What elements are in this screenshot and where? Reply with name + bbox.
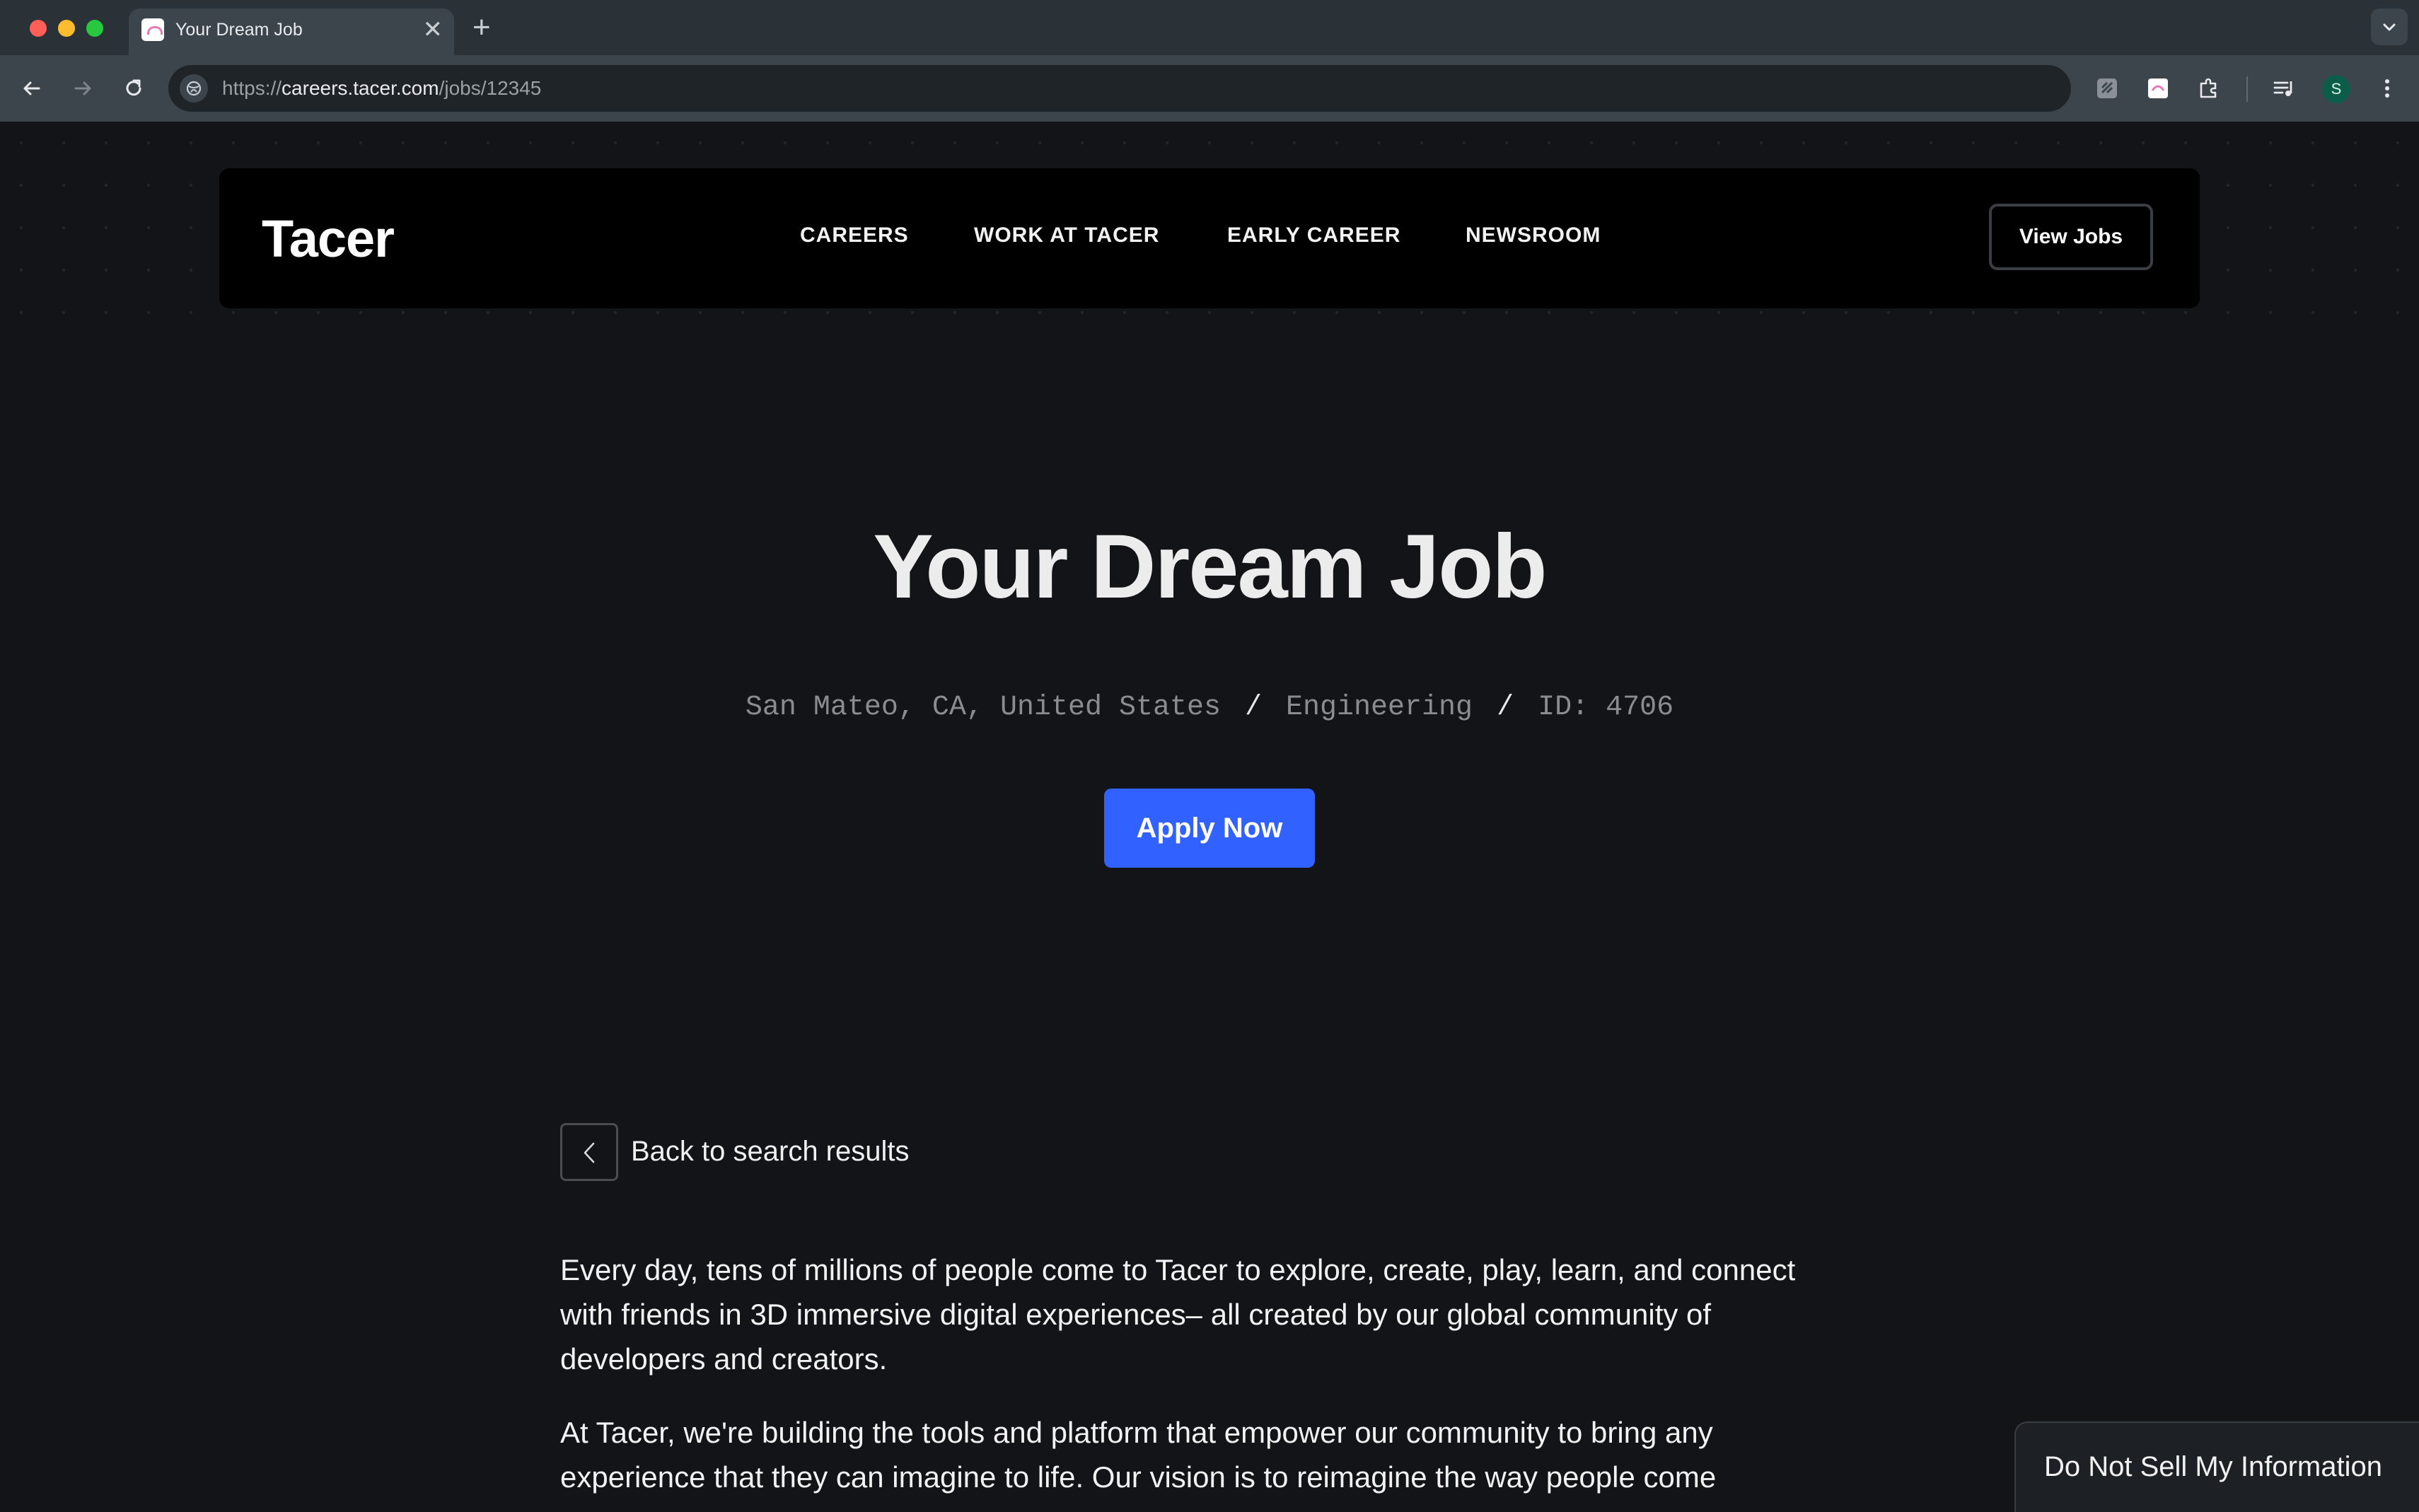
meta-separator: / [1497,692,1514,723]
job-department: Engineering [1286,692,1473,723]
window-zoom-button[interactable] [86,20,103,37]
back-button-box[interactable] [560,1123,618,1181]
job-id: ID: 4706 [1538,692,1674,723]
extensions-menu-button[interactable] [2195,75,2222,102]
browser-toolbar: https://careers.tacer.com/jobs/12345 [0,55,2419,122]
chevron-left-icon [584,1142,595,1163]
page-viewport: Tacer CAREERS WORK AT TACER EARLY CAREER… [0,122,2419,1512]
back-arrow-icon [23,81,40,95]
url-host: careers.tacer.com [282,77,439,99]
url-path: /jobs/12345 [439,77,542,99]
url-text: https://careers.tacer.com/jobs/12345 [222,77,541,100]
job-location: San Mateo, CA, United States [745,692,1221,723]
job-description-paragraph-1: Every day, tens of millions of people co… [560,1253,1796,1376]
apply-now-button[interactable]: Apply Now [1104,789,1315,868]
extension-button-1[interactable] [2094,75,2121,102]
site-info-icon [186,81,202,96]
menu-kebab-icon [2385,79,2389,98]
reload-button[interactable] [116,71,151,106]
tab-close-button[interactable]: ✕ [423,16,443,44]
extension-button-2[interactable] [2145,75,2171,102]
forward-arrow-icon [74,81,91,95]
forward-button[interactable] [65,71,100,106]
extension-icon [2097,78,2117,98]
window-minimize-button[interactable] [58,20,75,37]
nav-link-newsroom[interactable]: NEWSROOM [1466,223,1601,248]
site-header: Tacer CAREERS WORK AT TACER EARLY CAREER… [219,168,2200,308]
do-not-sell-button[interactable]: Do Not Sell My Information [2014,1421,2419,1512]
tab-search-chevron-icon [2383,23,2396,31]
profile-avatar[interactable]: S [2322,75,2350,103]
puzzle-icon [2200,78,2217,98]
view-jobs-button[interactable]: View Jobs [1989,204,2153,270]
job-description-paragraph-2: At Tacer, we're building the tools and p… [560,1416,1717,1494]
browser-tab-active[interactable]: Your Dream Job ✕ [129,8,454,55]
toolbar-divider [2246,76,2248,102]
reload-icon [126,79,141,96]
media-icon [2273,81,2292,96]
nav-link-work-at-tacer[interactable]: WORK AT TACER [974,223,1159,248]
browser-menu-button[interactable] [2374,75,2401,102]
site-info-button[interactable] [180,74,208,103]
site-logo[interactable]: Tacer [262,211,395,267]
new-tab-button[interactable]: + [472,10,491,45]
nav-link-early-career[interactable]: EARLY CAREER [1227,223,1400,248]
back-button[interactable] [14,71,50,106]
job-meta: San Mateo, CA, United States / Engineering… [0,692,2419,723]
url-prefix: https:// [222,77,282,99]
address-bar[interactable]: https://careers.tacer.com/jobs/12345 [168,65,2071,112]
site-favicon-icon [141,18,164,41]
job-title: Your Dream Job [873,516,1547,617]
tab-search-button[interactable] [2371,8,2408,45]
media-controls-button[interactable] [2270,75,2297,102]
browser-tab-bar: Your Dream Job ✕ + [0,0,2419,55]
window-close-button[interactable] [30,20,47,37]
tab-title: Your Dream Job [175,20,303,40]
back-to-results-label[interactable]: Back to search results [631,1136,910,1168]
site-favicon-icon [2148,78,2168,98]
meta-separator: / [1245,692,1263,723]
nav-link-careers[interactable]: CAREERS [800,223,909,248]
